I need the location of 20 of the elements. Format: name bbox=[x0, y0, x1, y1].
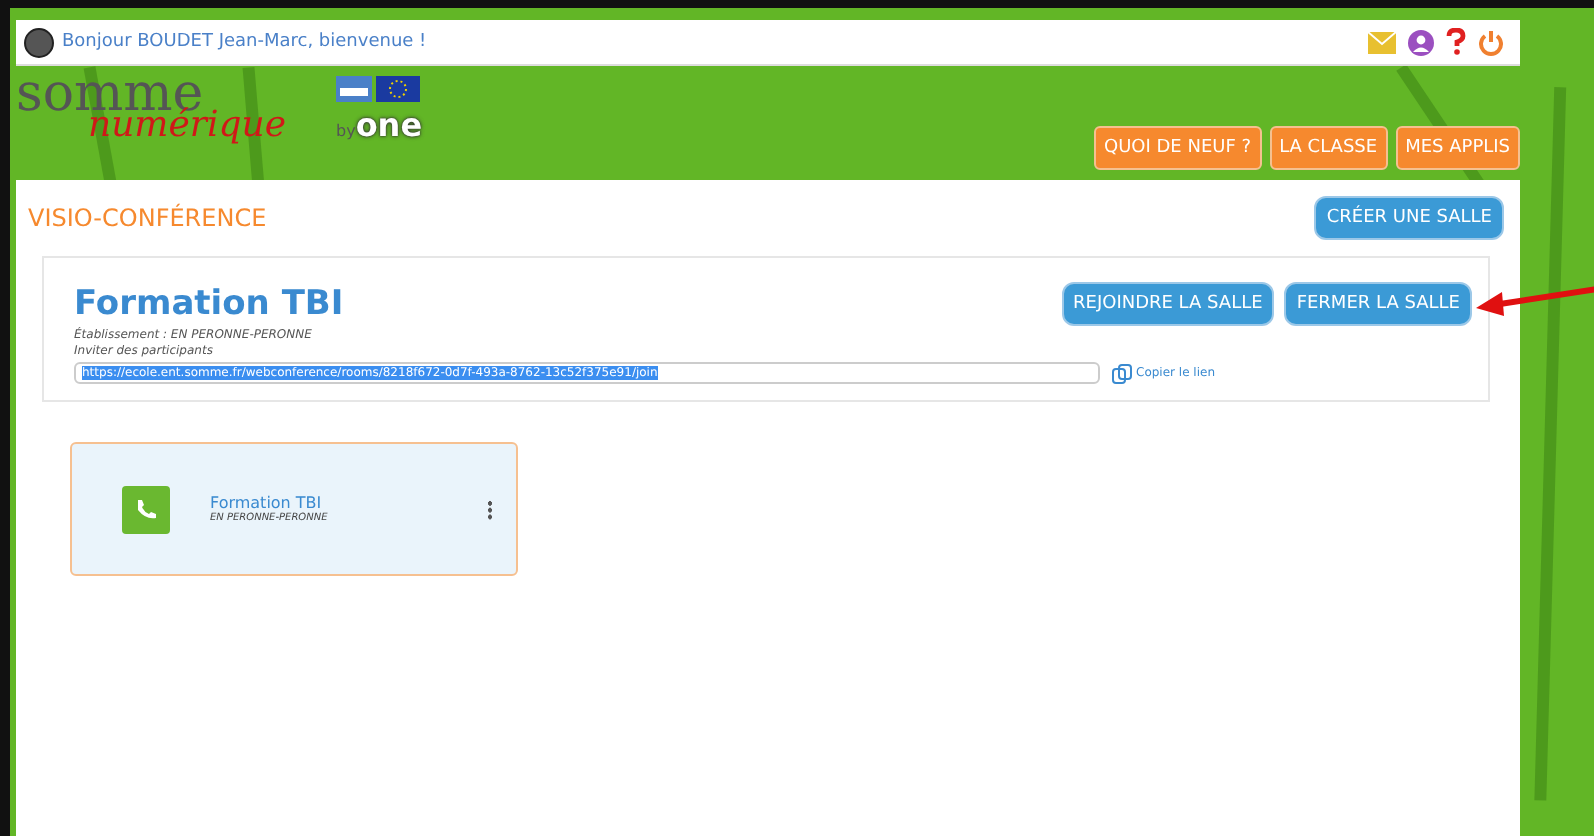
flag-icon bbox=[336, 76, 372, 102]
annotation-arrow bbox=[1476, 284, 1594, 320]
room-title: Formation TBI bbox=[74, 284, 344, 324]
avatar-icon bbox=[24, 27, 54, 57]
logo: somme numérique byone bbox=[16, 70, 425, 150]
greeting-text: Bonjour BOUDET Jean-Marc, bienvenue ! bbox=[62, 32, 429, 52]
help-icon[interactable] bbox=[1446, 28, 1466, 56]
nav-button[interactable]: MES APPLIS bbox=[1395, 126, 1520, 170]
phone-icon bbox=[122, 485, 170, 533]
room-button[interactable]: FERMER LA SALLE bbox=[1284, 282, 1472, 326]
nav-button[interactable]: LA CLASSE bbox=[1269, 126, 1388, 170]
eu-flag-icon bbox=[376, 76, 420, 102]
nav-button[interactable]: QUOI DE NEUF ? bbox=[1093, 126, 1262, 170]
page-title: VISIO-CONFÉRENCE bbox=[28, 204, 267, 232]
create-room-button[interactable]: CRÉER UNE SALLE bbox=[1314, 196, 1504, 240]
user-icon[interactable] bbox=[1408, 29, 1434, 55]
copy-icon bbox=[1112, 363, 1132, 383]
power-icon[interactable] bbox=[1478, 29, 1504, 55]
room-button[interactable]: REJOINDRE LA SALLE bbox=[1061, 282, 1275, 326]
card-title: Formation TBI bbox=[210, 494, 324, 512]
